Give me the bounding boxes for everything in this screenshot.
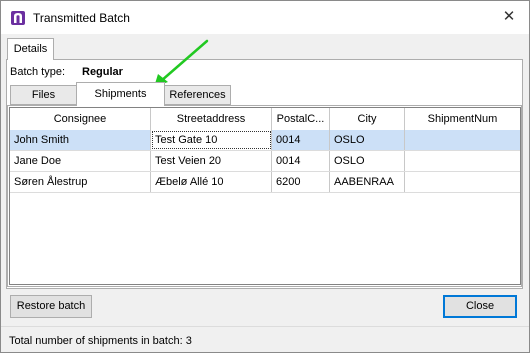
column-header-city[interactable]: City [330, 108, 405, 130]
cell-postalcode[interactable]: 6200 [272, 172, 330, 192]
window-title: Transmitted Batch [33, 11, 130, 25]
app-logo-icon [11, 11, 25, 25]
cell-city[interactable]: OSLO [330, 130, 405, 150]
close-button[interactable]: Close [443, 295, 517, 318]
column-header-consignee[interactable]: Consignee [10, 108, 151, 130]
table-row[interactable]: Søren Ålestrup Æbelø Allé 10 6200 AABENR… [10, 172, 520, 193]
cell-consignee[interactable]: Søren Ålestrup [10, 172, 151, 192]
cell-shipmentnum[interactable] [405, 130, 520, 150]
tab-details[interactable]: Details [7, 38, 54, 60]
shipments-grid[interactable]: Consignee Streetaddress PostalC... City … [9, 107, 521, 285]
tab-files[interactable]: Files [10, 85, 77, 105]
tab-references[interactable]: References [164, 85, 231, 105]
tab-shipments[interactable]: Shipments [76, 82, 165, 106]
batch-type-label: Batch type: [10, 66, 66, 78]
column-header-streetaddress[interactable]: Streetaddress [151, 108, 272, 130]
cell-postalcode[interactable]: 0014 [272, 130, 330, 150]
grid-header: Consignee Streetaddress PostalC... City … [10, 108, 520, 131]
column-header-shipmentnum[interactable]: ShipmentNum [405, 108, 520, 130]
close-icon[interactable]: ✕ [497, 5, 521, 29]
cell-shipmentnum[interactable] [405, 172, 520, 192]
status-text: Total number of shipments in batch: 3 [9, 335, 192, 347]
cell-consignee[interactable]: Jane Doe [10, 151, 151, 171]
cell-postalcode[interactable]: 0014 [272, 151, 330, 171]
table-row[interactable]: John Smith Test Gate 10 0014 OSLO [10, 130, 520, 151]
status-divider [1, 326, 529, 327]
column-header-postalcode[interactable]: PostalC... [272, 108, 330, 130]
cell-streetaddress[interactable]: Test Veien 20 [151, 151, 272, 171]
cell-shipmentnum[interactable] [405, 151, 520, 171]
dialog-window: Transmitted Batch ✕ Details Batch type: … [0, 0, 530, 353]
cell-consignee[interactable]: John Smith [10, 130, 151, 150]
table-row[interactable]: Jane Doe Test Veien 20 0014 OSLO [10, 151, 520, 172]
cell-city[interactable]: AABENRAA [330, 172, 405, 192]
cell-city[interactable]: OSLO [330, 151, 405, 171]
cell-streetaddress[interactable]: Test Gate 10 [151, 130, 272, 150]
batch-type-value: Regular [82, 66, 123, 78]
restore-batch-button[interactable]: Restore batch [10, 295, 92, 318]
cell-streetaddress[interactable]: Æbelø Allé 10 [151, 172, 272, 192]
title-bar[interactable]: Transmitted Batch ✕ [1, 1, 529, 34]
